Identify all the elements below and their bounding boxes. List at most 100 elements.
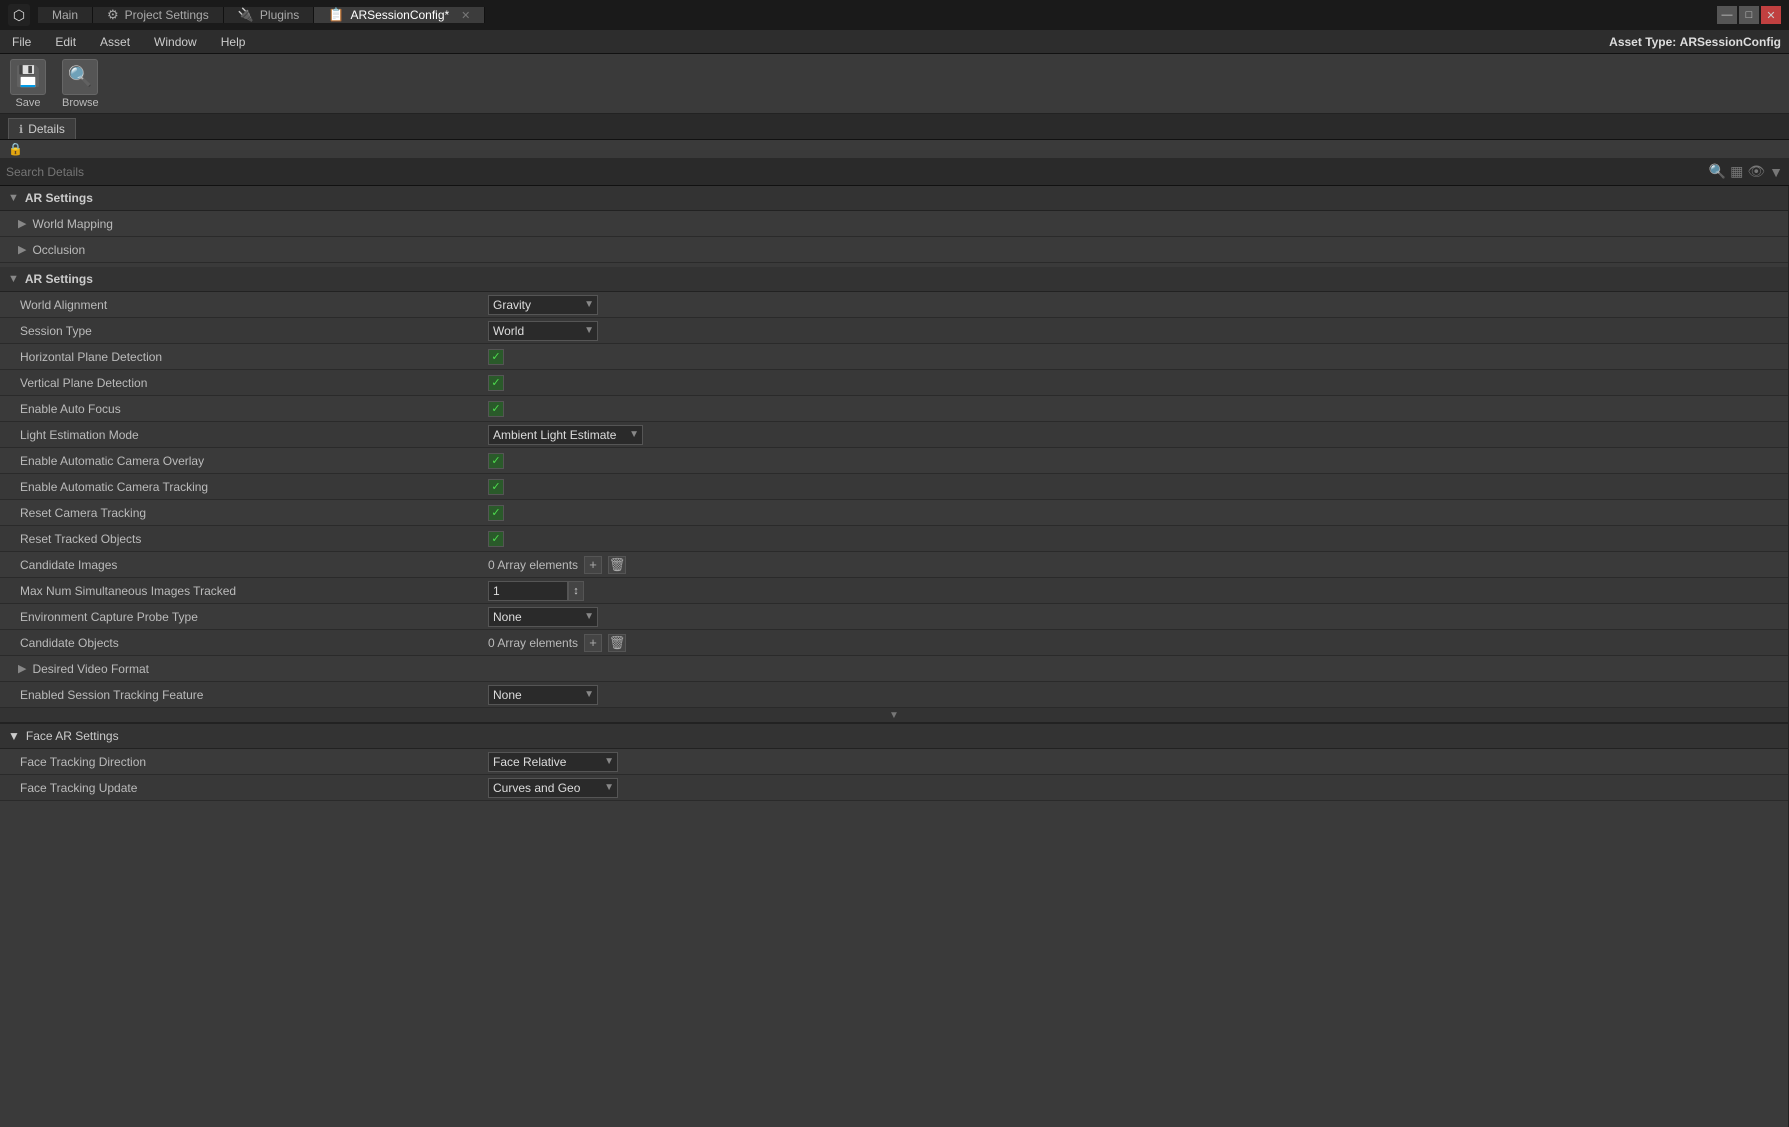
menu-file[interactable]: File (8, 33, 35, 51)
max-images-value: ↕ (488, 581, 1780, 601)
env-capture-row: Environment Capture Probe Type None Manu… (0, 604, 1788, 630)
title-bar: ⬡ Main ⚙ Project Settings 🔌 Plugins 📋 AR… (0, 0, 1789, 30)
reset-camera-label: Reset Camera Tracking (8, 506, 488, 520)
ar-settings-1-header[interactable]: ▼ AR Settings (0, 186, 1788, 211)
world-alignment-select-wrapper: Gravity Camera World ▼ (488, 295, 598, 315)
auto-focus-checkbox[interactable]: ✓ (488, 401, 504, 417)
minimize-button[interactable]: — (1717, 6, 1737, 24)
face-ar-settings-header[interactable]: ▼ Face AR Settings (0, 722, 1788, 749)
main-area: ▼ AR Settings ▶ World Mapping ▶ Occlusio… (0, 186, 1789, 1127)
session-tracking-label: Enabled Session Tracking Feature (8, 688, 488, 702)
search-icon[interactable]: 🔍 (1709, 163, 1726, 180)
session-tracking-row: Enabled Session Tracking Feature None Po… (0, 682, 1788, 708)
session-tracking-select[interactable]: None PoseData SceneUnderstanding (488, 685, 598, 705)
scroll-down-arrow: ▼ (889, 710, 899, 721)
max-images-row: Max Num Simultaneous Images Tracked ↕ (0, 578, 1788, 604)
details-tab-label: Details (28, 122, 65, 136)
face-ar-title: Face AR Settings (26, 729, 119, 743)
details-tab-icon: ℹ (19, 123, 23, 136)
save-button[interactable]: 💾 Save (10, 59, 46, 109)
camera-overlay-label: Enable Automatic Camera Overlay (8, 454, 488, 468)
reset-tracked-checkbox[interactable]: ✓ (488, 531, 504, 547)
light-estimation-select-wrapper: Ambient Light Estimate None Directional … (488, 425, 643, 445)
details-tab-bar: ℹ Details (0, 114, 1789, 140)
ar-settings-2-header[interactable]: ▼ AR Settings (0, 267, 1788, 292)
tab-plugins[interactable]: 🔌 Plugins (224, 7, 315, 23)
tab-ar-session-close[interactable]: ✕ (461, 9, 470, 22)
candidate-objects-add[interactable]: + (584, 634, 602, 652)
max-images-spinner: ↕ (488, 581, 584, 601)
camera-tracking-row: Enable Automatic Camera Tracking ✓ (0, 474, 1788, 500)
maximize-button[interactable]: □ (1739, 6, 1759, 24)
browse-button[interactable]: 🔍 Browse (62, 59, 99, 109)
reset-tracked-label: Reset Tracked Objects (8, 532, 488, 546)
ar-settings-1-title: AR Settings (25, 191, 93, 205)
chevron-down-icon[interactable]: ▼ (1769, 164, 1783, 180)
light-estimation-value: Ambient Light Estimate None Directional … (488, 425, 1780, 445)
ar-settings-2-title: AR Settings (25, 272, 93, 286)
face-tracking-direction-wrapper: Face Relative World Relative ▼ (488, 752, 618, 772)
desired-video-row[interactable]: ▶ Desired Video Format (0, 656, 1788, 682)
face-tracking-direction-select[interactable]: Face Relative World Relative (488, 752, 618, 772)
horizontal-plane-checkbox[interactable]: ✓ (488, 349, 504, 365)
session-tracking-value: None PoseData SceneUnderstanding ▼ (488, 685, 1780, 705)
menu-help[interactable]: Help (217, 33, 250, 51)
occlusion-row[interactable]: ▶ Occlusion (0, 237, 1788, 263)
ue-logo: ⬡ (8, 4, 30, 26)
candidate-images-count: 0 Array elements (488, 558, 578, 572)
candidate-images-add[interactable]: + (584, 556, 602, 574)
eye-icon[interactable]: 👁 (1747, 163, 1765, 180)
menu-edit[interactable]: Edit (51, 33, 80, 51)
session-type-select[interactable]: World Face OrientationOnly (488, 321, 598, 341)
face-tracking-update-select[interactable]: Curves and Geo Curves Only Geo Only (488, 778, 618, 798)
max-images-input[interactable] (488, 581, 568, 601)
horizontal-plane-value: ✓ (488, 349, 1780, 365)
session-tracking-select-wrapper: None PoseData SceneUnderstanding ▼ (488, 685, 598, 705)
auto-focus-label: Enable Auto Focus (8, 402, 488, 416)
camera-overlay-checkbox[interactable]: ✓ (488, 453, 504, 469)
tab-main[interactable]: Main (38, 7, 93, 23)
lock-icon[interactable]: 🔒 (8, 142, 23, 156)
tab-ar-session-icon: 📋 (328, 7, 344, 23)
occlusion-arrow: ▶ (18, 243, 26, 256)
env-capture-select[interactable]: None Manual Automatic (488, 607, 598, 627)
world-alignment-select[interactable]: Gravity Camera World (488, 295, 598, 315)
reset-camera-checkbox[interactable]: ✓ (488, 505, 504, 521)
details-tab[interactable]: ℹ Details (8, 118, 76, 139)
vertical-plane-checkbox[interactable]: ✓ (488, 375, 504, 391)
auto-focus-value: ✓ (488, 401, 1780, 417)
session-type-label: Session Type (8, 324, 488, 338)
session-type-row: Session Type World Face OrientationOnly … (0, 318, 1788, 344)
world-mapping-row[interactable]: ▶ World Mapping (0, 211, 1788, 237)
search-input[interactable] (6, 165, 1705, 179)
tab-project-settings-label: Project Settings (125, 8, 209, 22)
world-alignment-label: World Alignment (8, 298, 488, 312)
menu-window[interactable]: Window (150, 33, 201, 51)
grid-view-icon[interactable]: ▦ (1730, 163, 1743, 180)
reset-camera-value: ✓ (488, 505, 1780, 521)
world-mapping-arrow: ▶ (18, 217, 26, 230)
horizontal-plane-label: Horizontal Plane Detection (8, 350, 488, 364)
env-capture-value: None Manual Automatic ▼ (488, 607, 1780, 627)
candidate-objects-remove[interactable]: 🗑 (608, 634, 626, 652)
env-capture-label: Environment Capture Probe Type (8, 610, 488, 624)
tab-project-settings[interactable]: ⚙ Project Settings (93, 7, 224, 23)
camera-tracking-checkbox[interactable]: ✓ (488, 479, 504, 495)
face-tracking-update-label: Face Tracking Update (8, 781, 488, 795)
save-icon: 💾 (10, 59, 46, 95)
reset-camera-row: Reset Camera Tracking ✓ (0, 500, 1788, 526)
face-ar-arrow: ▼ (8, 729, 20, 743)
tab-bar: Main ⚙ Project Settings 🔌 Plugins 📋 ARSe… (38, 7, 485, 23)
tab-ar-session[interactable]: 📋 ARSessionConfig* ✕ (314, 7, 485, 23)
browse-label: Browse (62, 97, 99, 109)
close-button[interactable]: ✕ (1761, 6, 1781, 24)
candidate-images-remove[interactable]: 🗑 (608, 556, 626, 574)
world-mapping-label: World Mapping (32, 217, 112, 231)
light-estimation-select[interactable]: Ambient Light Estimate None Directional (488, 425, 643, 445)
face-tracking-update-value: Curves and Geo Curves Only Geo Only ▼ (488, 778, 1780, 798)
vertical-plane-value: ✓ (488, 375, 1780, 391)
scroll-indicator: ▼ (0, 708, 1788, 722)
env-capture-select-wrapper: None Manual Automatic ▼ (488, 607, 598, 627)
candidate-objects-value: 0 Array elements + 🗑 (488, 634, 1780, 652)
menu-asset[interactable]: Asset (96, 33, 134, 51)
